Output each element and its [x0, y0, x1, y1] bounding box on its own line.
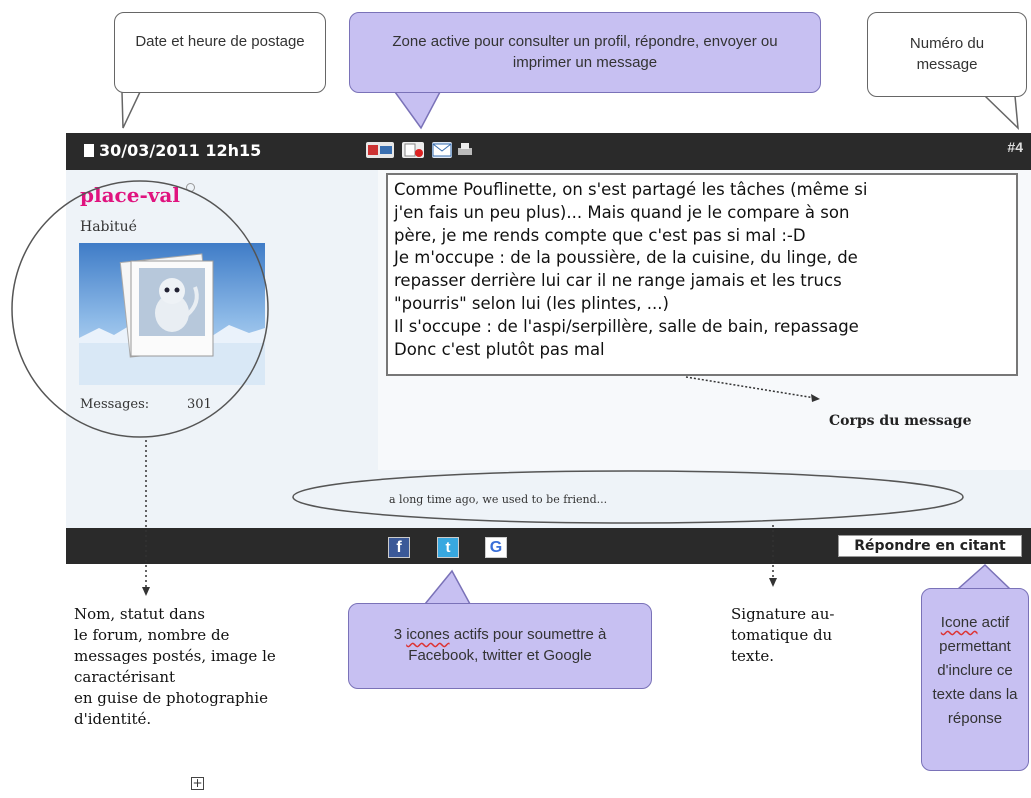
note-line: le forum, nombre de — [74, 626, 230, 644]
note-line: texte. — [731, 647, 775, 665]
callout-quote-icon: Icone actif permettant d'inclure ce text… — [921, 588, 1029, 771]
note-line: tomatique du — [731, 626, 833, 644]
profile-annotation: Nom, statut dans le forum, nombre de mes… — [74, 604, 276, 730]
note-line: caractérisant — [74, 668, 176, 686]
callout-share-prefix: 3 — [393, 626, 407, 643]
note-line: Signature au- — [731, 605, 835, 623]
body-annotation-label: Corps du message — [829, 413, 972, 429]
callout-quote-spell: Icone — [940, 614, 978, 631]
note-line: d'identité. — [74, 710, 152, 728]
note-line: Nom, statut dans — [74, 605, 205, 623]
plus-box-icon[interactable]: + — [191, 777, 204, 790]
callout-share-icons: 3 icones actifs pour soumettre à Faceboo… — [348, 603, 652, 689]
note-line: en guise de photographie — [74, 689, 268, 707]
signature-annotation: Signature au- tomatique du texte. — [731, 604, 871, 667]
note-line: messages postés, image le — [74, 647, 276, 665]
callout-share-spell: icones — [406, 626, 450, 643]
